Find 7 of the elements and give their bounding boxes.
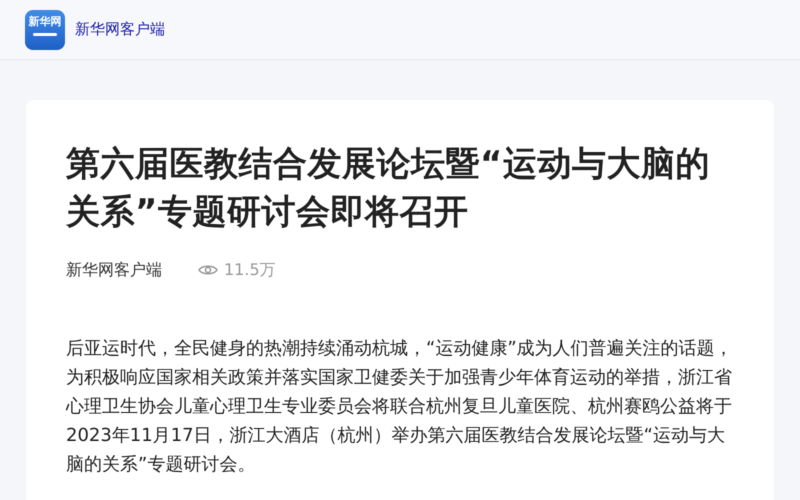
app-logo: 新华网 (25, 10, 65, 50)
view-count: 11.5万 (224, 259, 276, 281)
app-name: 新华网客户端 (75, 19, 165, 40)
article-source: 新华网客户端 (66, 259, 162, 281)
eye-icon (198, 263, 218, 277)
article-title: 第六届医教结合发展论坛暨“运动与大脑的关系”专题研讨会即将召开 (66, 143, 711, 234)
article-paragraph: 后亚运时代，全民健身的热潮持续涌动杭城，“运动健康”成为人们普遍关注的话题，为积极响应国家相关政策并落实国家卫健委关于加强青少年体育运动的举措，浙江省心理卫生协会儿童心理卫生专业委员会将联合杭州复旦儿童医院、杭州赛鸥公益将于2023年11月17日，浙江大酒店（杭州）举办第六届医教结合发展论坛暨“运动与大脑的关系”专题研讨会。 (66, 337, 734, 477)
